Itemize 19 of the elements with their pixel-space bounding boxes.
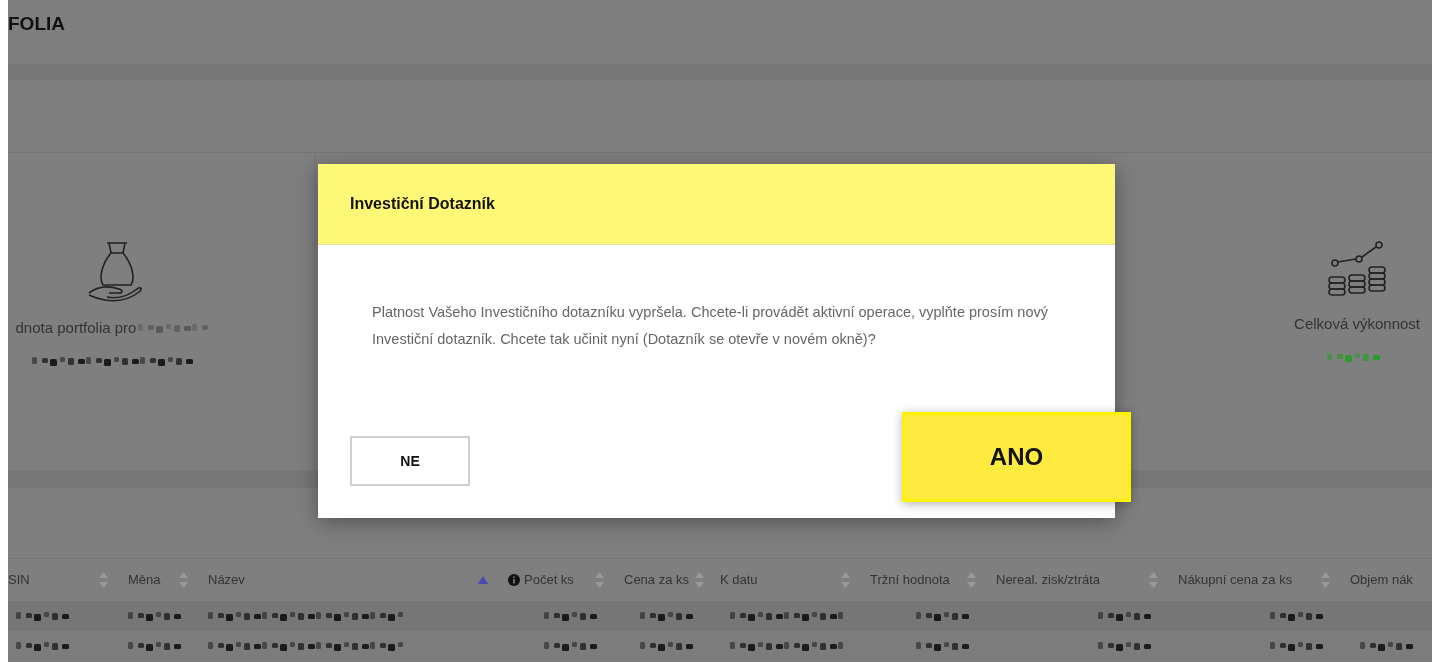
table-row[interactable] [8, 601, 1432, 631]
column-header[interactable]: Nereal. zisk/ztráta [988, 570, 1170, 590]
column-header[interactable]: Tržní hodnota [862, 570, 988, 590]
stat-label: dnota portfolia pro [15, 318, 137, 338]
column-header[interactable]: Název [200, 570, 500, 590]
stat-label: Celková výkonnost [1294, 314, 1420, 334]
dialog-message: Platnost Vašeho Investičního dotazníku vypršela. Chcete-li provádět aktivní operace, vyplňte prosím nový Investiční dotazník. Chcete tak učinit nyní (Dotazník se otevře v novém okně)? [372, 303, 1049, 349]
column-header[interactable]: Objem nák [1342, 570, 1432, 590]
column-header[interactable]: Měna [120, 570, 200, 590]
column-header[interactable]: Nákupní cena za ks [1170, 570, 1342, 590]
no-button[interactable]: NE [350, 436, 470, 486]
yes-button[interactable]: ANO [902, 412, 1131, 502]
column-header[interactable]: SIN [8, 570, 120, 590]
coins-growth-icon [1327, 241, 1388, 299]
page-title: FOLIA [8, 14, 66, 33]
column-header[interactable]: Počet ks [500, 570, 616, 590]
column-header[interactable]: Cena za ks [616, 570, 712, 590]
dialog-title: Investiční Dotazník [350, 194, 495, 214]
column-header[interactable]: K datu [712, 570, 862, 590]
